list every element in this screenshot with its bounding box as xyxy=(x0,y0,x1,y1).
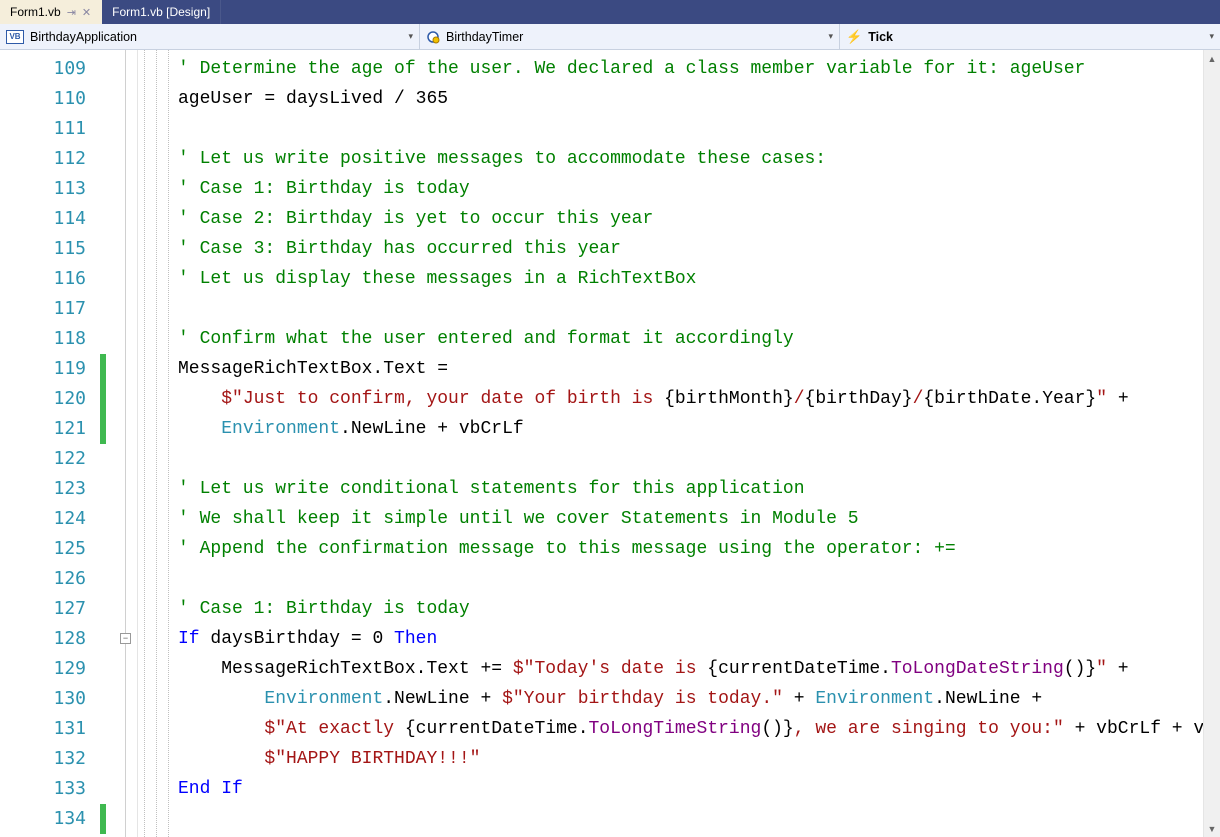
line-number: 125 xyxy=(0,534,96,564)
code-line[interactable] xyxy=(178,804,1203,834)
code-line[interactable]: End If xyxy=(178,774,1203,804)
scroll-up-arrow-icon[interactable]: ▲ xyxy=(1204,50,1220,67)
vb-project-icon: VB xyxy=(6,30,24,44)
line-number: 111 xyxy=(0,114,96,144)
code-line[interactable]: ' Case 1: Birthday is today xyxy=(178,594,1203,624)
scope-label: BirthdayApplication xyxy=(30,30,137,44)
code-line[interactable] xyxy=(178,294,1203,324)
code-line[interactable] xyxy=(178,444,1203,474)
line-number: 112 xyxy=(0,144,96,174)
line-number: 127 xyxy=(0,594,96,624)
chevron-down-icon: ▾ xyxy=(408,31,413,42)
code-line[interactable]: Environment.NewLine + vbCrLf xyxy=(178,414,1203,444)
code-line[interactable]: If daysBirthday = 0 Then xyxy=(178,624,1203,654)
line-number: 119 xyxy=(0,354,96,384)
code-line[interactable]: MessageRichTextBox.Text = xyxy=(178,354,1203,384)
component-icon xyxy=(426,30,440,44)
tab-form1-design[interactable]: Form1.vb [Design] xyxy=(102,0,221,24)
line-number: 121 xyxy=(0,414,96,444)
line-number: 122 xyxy=(0,444,96,474)
code-line[interactable]: ' We shall keep it simple until we cover… xyxy=(178,504,1203,534)
chevron-down-icon: ▾ xyxy=(828,31,833,42)
code-line[interactable]: Environment.NewLine + $"Your birthday is… xyxy=(178,684,1203,714)
code-line[interactable]: $"At exactly {currentDateTime.ToLongTime… xyxy=(178,714,1203,744)
line-number: 116 xyxy=(0,264,96,294)
tab-form1-vb[interactable]: Form1.vb ⇥ ✕ xyxy=(0,0,102,24)
object-dropdown[interactable]: BirthdayTimer ▾ xyxy=(420,24,840,49)
line-number: 113 xyxy=(0,174,96,204)
chevron-down-icon: ▾ xyxy=(1209,31,1214,42)
line-number: 117 xyxy=(0,294,96,324)
scope-dropdown[interactable]: VB BirthdayApplication ▾ xyxy=(0,24,420,49)
line-number-gutter: 1091101111121131141151161171181191201211… xyxy=(0,50,96,837)
change-marker-column xyxy=(96,50,114,837)
line-number: 134 xyxy=(0,804,96,834)
tab-label: Form1.vb [Design] xyxy=(112,5,210,19)
scroll-down-arrow-icon[interactable]: ▼ xyxy=(1204,820,1220,837)
event-icon: ⚡ xyxy=(846,29,862,45)
code-line[interactable]: $"Just to confirm, your date of birth is… xyxy=(178,384,1203,414)
code-line[interactable]: ' Append the confirmation message to thi… xyxy=(178,534,1203,564)
line-number: 124 xyxy=(0,504,96,534)
code-editor[interactable]: 1091101111121131141151161171181191201211… xyxy=(0,50,1220,837)
code-line[interactable]: ' Confirm what the user entered and form… xyxy=(178,324,1203,354)
change-marker xyxy=(100,354,106,444)
code-line[interactable]: $"HAPPY BIRTHDAY!!!" xyxy=(178,744,1203,774)
line-number: 120 xyxy=(0,384,96,414)
close-icon[interactable]: ✕ xyxy=(82,6,91,19)
line-number: 133 xyxy=(0,774,96,804)
vertical-scrollbar[interactable]: ▲ ▼ xyxy=(1203,50,1220,837)
line-number: 131 xyxy=(0,714,96,744)
line-number: 109 xyxy=(0,54,96,84)
tab-strip: Form1.vb ⇥ ✕ Form1.vb [Design] xyxy=(0,0,1220,24)
line-number: 114 xyxy=(0,204,96,234)
line-number: 132 xyxy=(0,744,96,774)
code-navigation-bar: VB BirthdayApplication ▾ BirthdayTimer ▾… xyxy=(0,24,1220,50)
member-label: Tick xyxy=(868,30,893,44)
code-line[interactable]: ' Case 3: Birthday has occurred this yea… xyxy=(178,234,1203,264)
line-number: 115 xyxy=(0,234,96,264)
code-line[interactable] xyxy=(178,564,1203,594)
line-number: 123 xyxy=(0,474,96,504)
code-line[interactable]: ' Let us write positive messages to acco… xyxy=(178,144,1203,174)
line-number: 129 xyxy=(0,654,96,684)
outlining-column: − xyxy=(114,50,138,837)
code-line[interactable] xyxy=(178,114,1203,144)
line-number: 128 xyxy=(0,624,96,654)
collapse-toggle-icon[interactable]: − xyxy=(120,633,131,644)
code-line[interactable]: MessageRichTextBox.Text += $"Today's dat… xyxy=(178,654,1203,684)
code-area[interactable]: ' Determine the age of the user. We decl… xyxy=(178,50,1203,837)
line-number: 130 xyxy=(0,684,96,714)
line-number: 110 xyxy=(0,84,96,114)
code-line[interactable]: ' Determine the age of the user. We decl… xyxy=(178,54,1203,84)
tab-label: Form1.vb xyxy=(10,5,61,19)
line-number: 126 xyxy=(0,564,96,594)
member-dropdown[interactable]: ⚡ Tick ▾ xyxy=(840,24,1220,49)
code-line[interactable]: ' Let us display these messages in a Ric… xyxy=(178,264,1203,294)
object-label: BirthdayTimer xyxy=(446,30,523,44)
code-line[interactable]: ' Case 1: Birthday is today xyxy=(178,174,1203,204)
indent-guide-column xyxy=(138,50,178,837)
line-number: 118 xyxy=(0,324,96,354)
code-line[interactable]: ageUser = daysLived / 365 xyxy=(178,84,1203,114)
code-line[interactable]: ' Case 2: Birthday is yet to occur this … xyxy=(178,204,1203,234)
code-line[interactable]: ' Let us write conditional statements fo… xyxy=(178,474,1203,504)
change-marker xyxy=(100,804,106,834)
pin-icon[interactable]: ⇥ xyxy=(67,6,76,19)
